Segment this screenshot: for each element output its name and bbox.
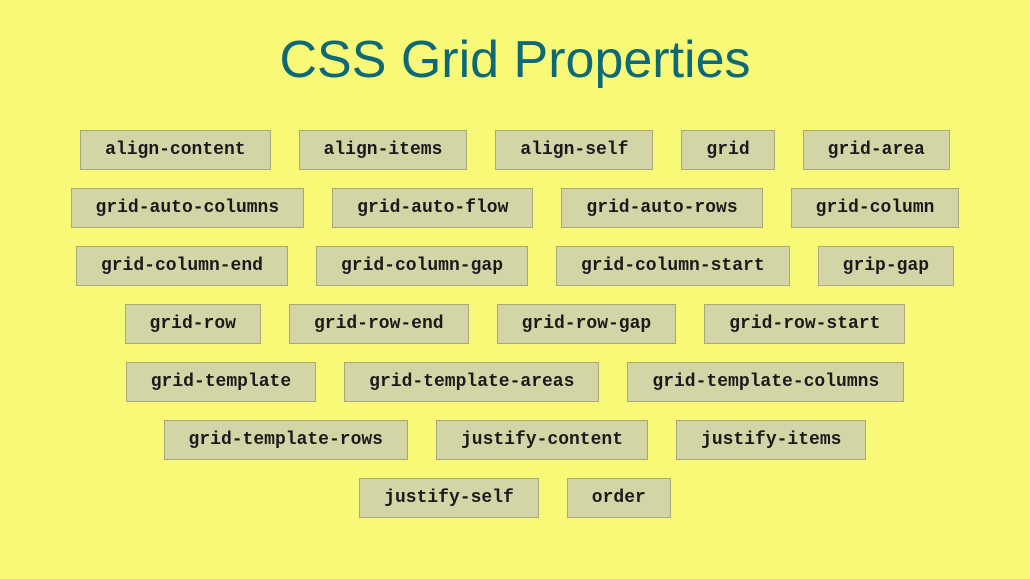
property-item: grid-column (791, 188, 960, 228)
main-container: CSS Grid Properties align-content align-… (0, 0, 1030, 579)
property-row: grid-template grid-template-areas grid-t… (50, 362, 980, 402)
property-item: grid-auto-columns (71, 188, 305, 228)
property-row: grid-row grid-row-end grid-row-gap grid-… (50, 304, 980, 344)
properties-wrapper: align-content align-items align-self gri… (0, 130, 1030, 518)
property-item: grid-template (126, 362, 316, 402)
page-title: CSS Grid Properties (279, 30, 750, 90)
property-item: align-items (299, 130, 468, 170)
property-item: grid-template-areas (344, 362, 599, 402)
property-item: grid-column-gap (316, 246, 528, 286)
property-item: align-content (80, 130, 270, 170)
property-item: grid-column-end (76, 246, 288, 286)
property-item: grip-gap (818, 246, 954, 286)
property-item: grid-template-columns (627, 362, 904, 402)
property-row: grid-column-end grid-column-gap grid-col… (50, 246, 980, 286)
property-item: grid-column-start (556, 246, 790, 286)
property-item: grid-auto-rows (561, 188, 762, 228)
property-item: grid-auto-flow (332, 188, 533, 228)
property-item: justify-self (359, 478, 539, 518)
property-item: grid-area (803, 130, 950, 170)
property-item: order (567, 478, 671, 518)
property-item: grid-row (125, 304, 261, 344)
property-row: justify-self order (50, 478, 980, 518)
property-item: grid-row-start (704, 304, 905, 344)
property-item: justify-items (676, 420, 866, 460)
property-row: grid-auto-columns grid-auto-flow grid-au… (50, 188, 980, 228)
property-item: grid (681, 130, 774, 170)
property-item: justify-content (436, 420, 648, 460)
property-item: grid-row-gap (497, 304, 677, 344)
property-item: align-self (495, 130, 653, 170)
property-row: align-content align-items align-self gri… (50, 130, 980, 170)
property-item: grid-template-rows (164, 420, 408, 460)
property-item: grid-row-end (289, 304, 469, 344)
property-row: grid-template-rows justify-content justi… (50, 420, 980, 460)
